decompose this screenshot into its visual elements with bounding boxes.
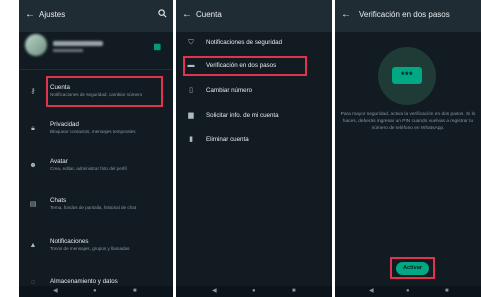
profile-status-blurred [53, 49, 83, 52]
account-item-label: Eliminar cuenta [206, 136, 249, 143]
settings-item-subtitle: Tonos de mensajes, grupos y llamadas [50, 246, 130, 251]
settings-item-privacidad[interactable]: 🔒︎ Privacidad Bloquear contactos, mensaj… [19, 117, 173, 143]
search-icon[interactable] [158, 9, 167, 18]
settings-item-subtitle: Tema, fondos de pantalla, historial de c… [50, 205, 137, 210]
account-item-request-info[interactable]: ▆ Solicitar info. de mi cuenta [176, 106, 332, 126]
bell-icon: ▲ [29, 242, 37, 249]
two-step-description: Para mayor seguridad, activa la verifica… [340, 112, 476, 131]
nav-back-icon[interactable]: ◀ [369, 288, 374, 295]
nav-back-icon[interactable]: ◀ [53, 288, 58, 295]
two-step-screen: ← Verificación en dos pasos *** Para may… [335, 0, 481, 297]
trash-icon: ▮ [189, 136, 193, 143]
nav-recents-icon[interactable]: ■ [292, 288, 296, 295]
qr-code-icon[interactable]: ▦ [153, 42, 161, 51]
highlight-cuenta [46, 76, 163, 107]
pin-illustration: *** [378, 47, 436, 105]
nav-home-icon[interactable]: ● [93, 288, 97, 295]
avatar-icon: ☻ [29, 162, 37, 169]
arrow-left-icon[interactable]: ← [25, 9, 35, 20]
settings-item-subtitle: Crea, editar, administrar foto del perfi… [50, 166, 127, 171]
account-item-delete-account[interactable]: ▮ Eliminar cuenta [176, 130, 332, 150]
settings-item-title: Notificaciones [50, 238, 89, 245]
settings-item-title: Almacenamiento y datos [50, 278, 118, 285]
settings-item-notificaciones[interactable]: ▲ Notificaciones Tonos de mensajes, grup… [19, 234, 173, 260]
account-item-security-notifications[interactable]: ⛉ Notificaciones de seguridad [176, 33, 332, 53]
account-item-label: Notificaciones de seguridad [206, 39, 283, 46]
nav-home-icon[interactable]: ● [406, 288, 410, 295]
settings-item-avatar[interactable]: ☻ Avatar Crea, editar, administrar foto … [19, 154, 173, 180]
settings-app-bar: ← Ajustes [19, 0, 173, 32]
settings-item-subtitle: Bloquear contactos, mensajes temporales [50, 129, 136, 134]
system-nav-bar: ◀ ● ■ [335, 286, 481, 297]
settings-item-title: Privacidad [50, 121, 79, 128]
phone-swap-icon: ▯ [189, 87, 193, 94]
settings-item-title: Avatar [50, 158, 68, 165]
avatar[interactable] [25, 34, 47, 56]
arrow-left-icon[interactable]: ← [182, 9, 192, 20]
nav-back-icon[interactable]: ◀ [212, 288, 217, 295]
settings-item-chats[interactable]: ▤ Chats Tema, fondos de pantalla, histor… [19, 193, 173, 219]
system-nav-bar: ◀ ● ■ [176, 286, 332, 297]
highlight-activate [390, 257, 435, 279]
highlight-two-step [183, 56, 307, 76]
system-nav-bar: ◀ ● ■ [19, 286, 173, 297]
nav-recents-icon[interactable]: ■ [445, 288, 449, 295]
profile-name-blurred [53, 41, 103, 46]
account-app-bar: ← Cuenta [176, 0, 332, 32]
account-item-change-number[interactable]: ▯ Cambiar número [176, 81, 332, 101]
account-item-label: Solicitar info. de mi cuenta [206, 112, 279, 119]
settings-item-title: Chats [50, 197, 67, 204]
arrow-left-icon[interactable]: ← [341, 9, 351, 20]
settings-item-almacenamiento[interactable]: ◌ Almacenamiento y datos [19, 274, 173, 286]
lock-icon: 🔒︎ [31, 125, 35, 132]
account-item-label: Cambiar número [206, 87, 253, 94]
two-step-app-bar: ← Verificación en dos pasos [335, 0, 481, 32]
settings-screen: ← Ajustes ▦ ⚷ Cuenta Notificaciones de s… [19, 0, 173, 297]
divider [19, 69, 173, 70]
chat-icon: ▤ [29, 201, 37, 208]
settings-title: Ajustes [39, 10, 66, 19]
account-title: Cuenta [196, 10, 222, 19]
two-step-title: Verificación en dos pasos [359, 10, 450, 19]
document-icon: ▆ [188, 112, 194, 119]
account-screen: ← Cuenta ⛉ Notificaciones de seguridad ▬… [176, 0, 332, 297]
nav-home-icon[interactable]: ● [252, 288, 256, 295]
nav-recents-icon[interactable]: ■ [133, 288, 137, 295]
key-icon: ⚷ [30, 88, 36, 95]
pin-asterisks-icon: *** [392, 67, 422, 84]
shield-icon: ⛉ [188, 39, 194, 46]
profile-row[interactable]: ▦ [19, 32, 173, 70]
